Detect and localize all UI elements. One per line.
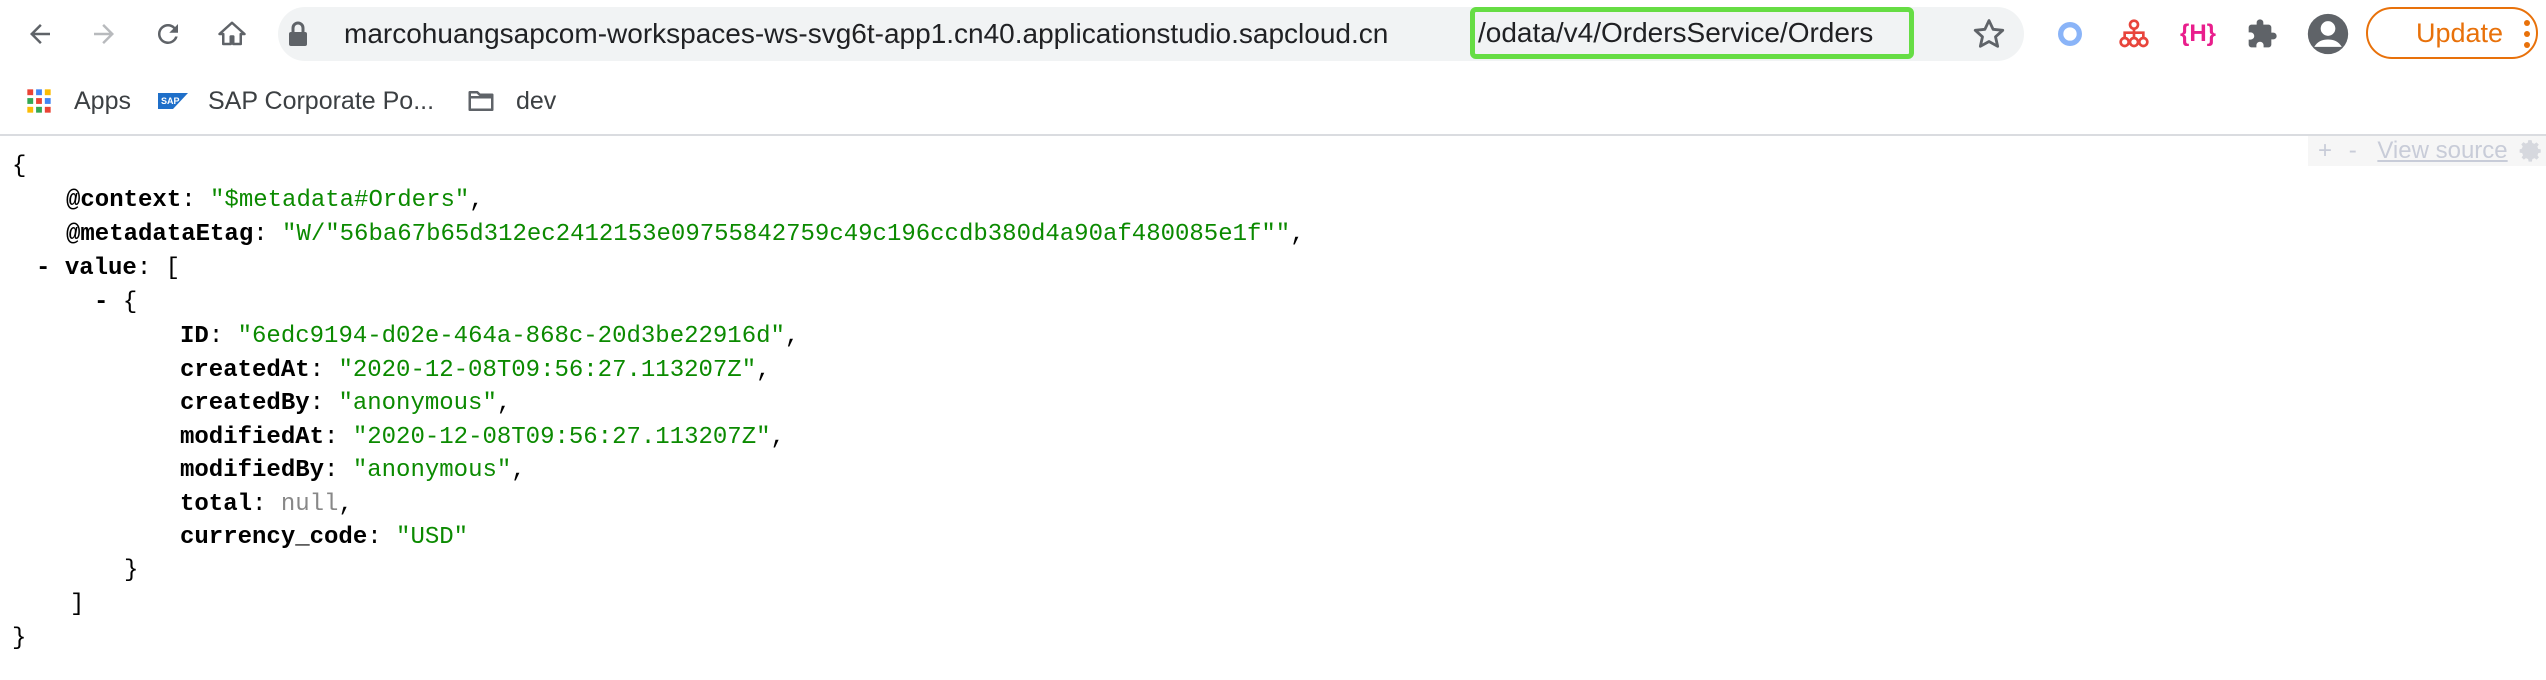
expand-all-button[interactable]: + — [2318, 137, 2332, 164]
home-button[interactable] — [212, 14, 252, 54]
svg-text:SAP: SAP — [161, 96, 180, 106]
bookmark-label: SAP Corporate Po... — [208, 86, 435, 115]
update-button[interactable]: Update — [2366, 7, 2538, 59]
json-key: total — [180, 490, 253, 518]
bookmark-apps[interactable]: Apps — [24, 82, 131, 120]
sitemap-extension-icon[interactable] — [2116, 16, 2152, 52]
json-object-close-brace: } — [124, 557, 139, 584]
json-field-row: ID: "6edc9194-d02e-464a-868c-20d3be22916… — [180, 323, 800, 350]
back-arrow-icon — [30, 24, 50, 44]
json-key: @metadataEtag — [66, 221, 254, 248]
json-field-row: createdBy: "anonymous", — [180, 390, 512, 417]
back-button[interactable] — [20, 14, 60, 54]
json-row-etag: @metadataEtag: "W/"56ba67b65d312ec241215… — [66, 221, 1305, 248]
json-string-value: "2020-12-08T09:56:27.113207Z" — [338, 356, 757, 384]
h-extension-icon[interactable]: {H} — [2180, 16, 2216, 52]
json-field-row: currency_code: "USD" — [180, 524, 469, 551]
gear-icon[interactable] — [2518, 138, 2544, 164]
json-close-brace: } — [12, 625, 27, 652]
collapse-toggle[interactable]: - — [94, 289, 108, 316]
json-object-open-brace: { — [122, 289, 138, 316]
json-row-context: @context: "$metadata#Orders", — [66, 187, 484, 214]
json-row-object-open: - { — [94, 286, 137, 320]
json-field-row: modifiedAt: "2020-12-08T09:56:27.113207Z… — [180, 423, 785, 451]
bookmark-star-icon[interactable] — [1972, 17, 2006, 51]
json-key: createdAt — [180, 356, 310, 384]
json-key: modifiedAt — [180, 423, 325, 451]
folder-icon — [466, 86, 496, 116]
json-open-bracket: [ — [165, 255, 181, 282]
bookmark-dev-folder[interactable]: dev — [466, 82, 556, 120]
json-key: createdBy — [180, 390, 310, 417]
collapse-all-button[interactable]: - — [2349, 137, 2357, 164]
json-string-value: "W/"56ba67b65d312ec2412153e09755842759c4… — [282, 221, 1291, 248]
bookmarks-bar: Apps SAP SAP Corporate Po... dev — [0, 70, 2546, 136]
home-icon — [218, 21, 246, 46]
json-field-row: total: null, — [180, 490, 353, 518]
json-viewer-controls: + - View source — [2308, 136, 2546, 166]
json-null-value: null — [280, 490, 339, 518]
json-string-value: "6edc9194-d02e-464a-868c-20d3be22916d" — [237, 323, 785, 350]
browser-toolbar: marcohuangsapcom-workspaces-ws-svg6t-app… — [0, 0, 2546, 70]
profile-icon[interactable] — [2306, 12, 2350, 56]
json-key: @context — [66, 187, 182, 214]
url-path-highlight[interactable]: /odata/v4/OrdersService/Orders — [1470, 7, 1914, 59]
json-row-value: - value: [ — [36, 255, 181, 282]
puzzle-icon[interactable] — [2244, 16, 2280, 52]
json-viewer: { @context: "$metadata#Orders", @metadat… — [0, 136, 2546, 680]
menu-dots-icon[interactable] — [2522, 18, 2532, 50]
json-key: value — [64, 255, 137, 282]
bookmark-label: dev — [516, 86, 557, 115]
json-string-value: "anonymous" — [352, 457, 512, 484]
apps-grid-icon — [24, 86, 54, 116]
url-text[interactable]: marcohuangsapcom-workspaces-ws-svg6t-app… — [344, 14, 1470, 54]
sap-logo-icon: SAP — [158, 86, 188, 116]
json-string-value: "anonymous" — [338, 390, 497, 417]
reload-icon — [157, 23, 178, 44]
json-key: ID — [180, 323, 209, 350]
circle-extension-icon[interactable] — [2052, 16, 2088, 52]
reload-button[interactable] — [148, 14, 188, 54]
bookmark-label: Apps — [74, 86, 131, 115]
collapse-toggle[interactable]: - — [36, 255, 50, 282]
json-key: currency_code — [180, 524, 368, 551]
json-field-row: createdAt: "2020-12-08T09:56:27.113207Z"… — [180, 356, 771, 384]
json-string-value: "2020-12-08T09:56:27.113207Z" — [352, 423, 771, 451]
json-string-value: "USD" — [396, 524, 469, 551]
json-string-value: "$metadata#Orders" — [210, 187, 470, 214]
view-source-link[interactable]: View source — [2377, 137, 2507, 164]
forward-button[interactable] — [84, 14, 124, 54]
json-field-row: modifiedBy: "anonymous", — [180, 457, 526, 484]
bookmark-sap-corporate[interactable]: SAP SAP Corporate Po... — [158, 82, 434, 120]
json-key: modifiedBy — [180, 457, 325, 484]
lock-icon[interactable] — [286, 20, 310, 48]
json-close-bracket: ] — [70, 591, 85, 618]
json-open-brace: { — [12, 153, 27, 180]
forward-arrow-icon — [94, 24, 114, 44]
